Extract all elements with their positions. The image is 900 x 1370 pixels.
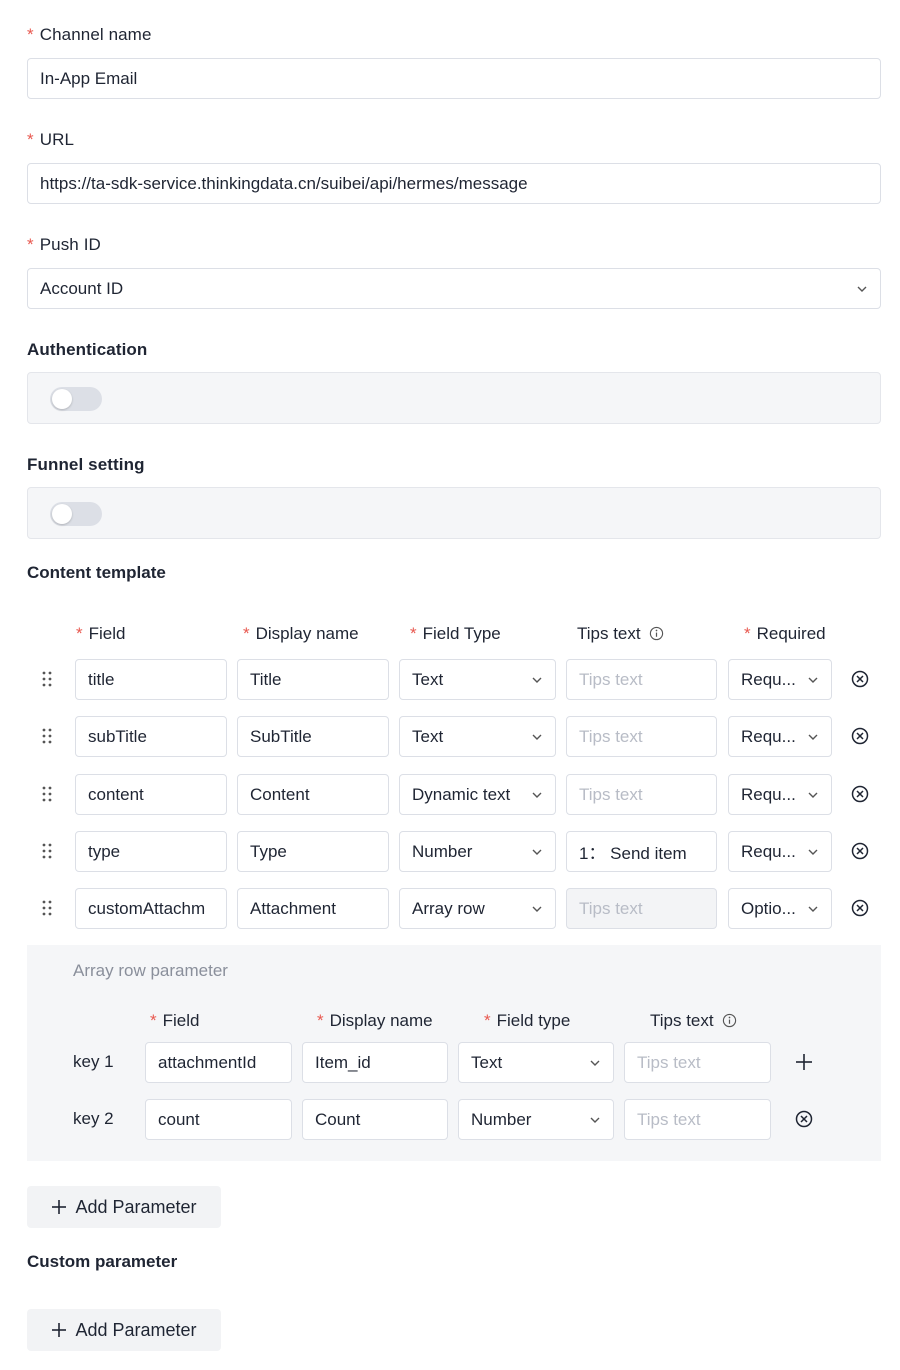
- toggle-knob: [52, 389, 72, 409]
- chevron-down-icon: [532, 734, 542, 740]
- field-input[interactable]: title: [75, 659, 227, 700]
- array-field-input[interactable]: count: [145, 1099, 292, 1140]
- remove-key-icon[interactable]: [795, 1110, 813, 1128]
- array-field-type-select[interactable]: Text: [458, 1042, 614, 1083]
- chevron-down-icon: [857, 286, 867, 292]
- authentication-toggle[interactable]: [50, 387, 102, 411]
- chevron-down-icon: [808, 734, 818, 740]
- tips-text-input: Tips text: [566, 888, 717, 929]
- push-id-label: * Push ID: [27, 235, 101, 254]
- drag-handle-icon[interactable]: [41, 670, 53, 688]
- plus-icon: [52, 1323, 67, 1337]
- field-type-select[interactable]: Text: [399, 659, 556, 700]
- tips-text-input[interactable]: Tips text: [566, 659, 717, 700]
- required-select[interactable]: Requ...: [728, 774, 832, 815]
- tips-text-input[interactable]: 1： Send item: [566, 831, 717, 872]
- funnel-setting-label: Funnel setting: [27, 455, 145, 474]
- chevron-down-icon: [532, 906, 542, 912]
- custom-parameter-title: Custom parameter: [27, 1252, 178, 1271]
- url-label: * URL: [27, 130, 75, 149]
- col-header-tips-text: Tips text: [577, 624, 664, 644]
- array-col-header-field: * Field: [150, 1011, 200, 1030]
- remove-row-icon[interactable]: [851, 899, 869, 917]
- info-icon[interactable]: [722, 1013, 737, 1028]
- array-field-input[interactable]: attachmentId: [145, 1042, 292, 1083]
- add-parameter-button[interactable]: Add Parameter: [27, 1186, 221, 1228]
- drag-handle-icon[interactable]: [41, 899, 53, 917]
- array-display-name-input[interactable]: Item_id: [302, 1042, 448, 1083]
- required-select[interactable]: Optio...: [728, 888, 832, 929]
- add-custom-parameter-button[interactable]: Add Parameter: [27, 1309, 221, 1351]
- drag-handle-icon[interactable]: [41, 842, 53, 860]
- chevron-down-icon: [590, 1060, 600, 1066]
- field-input[interactable]: customAttachm: [75, 888, 227, 929]
- authentication-label: Authentication: [27, 340, 148, 359]
- col-header-display-name: * Display name: [243, 624, 359, 643]
- info-icon[interactable]: [649, 626, 664, 641]
- chevron-down-icon: [808, 677, 818, 683]
- display-name-input[interactable]: Attachment: [237, 888, 389, 929]
- field-type-select[interactable]: Text: [399, 716, 556, 757]
- display-name-input[interactable]: SubTitle: [237, 716, 389, 757]
- chevron-down-icon: [532, 849, 542, 855]
- remove-row-icon[interactable]: [851, 670, 869, 688]
- col-header-field: * Field: [76, 624, 126, 643]
- drag-handle-icon[interactable]: [41, 785, 53, 803]
- array-tips-text-input[interactable]: Tips text: [624, 1042, 771, 1083]
- chevron-down-icon: [532, 792, 542, 798]
- array-col-header-display-name: * Display name: [317, 1011, 433, 1030]
- push-id-select[interactable]: Account ID: [27, 268, 881, 309]
- required-select[interactable]: Requ...: [728, 716, 832, 757]
- display-name-input[interactable]: Type: [237, 831, 389, 872]
- array-row-parameter-title: Array row parameter: [73, 961, 228, 980]
- required-select[interactable]: Requ...: [728, 831, 832, 872]
- add-key-icon[interactable]: [795, 1053, 813, 1071]
- tips-text-input[interactable]: Tips text: [566, 774, 717, 815]
- field-type-select[interactable]: Dynamic text: [399, 774, 556, 815]
- array-display-name-input[interactable]: Count: [302, 1099, 448, 1140]
- field-type-select[interactable]: Array row: [399, 888, 556, 929]
- toggle-knob: [52, 504, 72, 524]
- display-name-input[interactable]: Content: [237, 774, 389, 815]
- array-col-header-tips-text: Tips text: [650, 1011, 737, 1031]
- field-input[interactable]: subTitle: [75, 716, 227, 757]
- authentication-box: [27, 372, 881, 424]
- field-type-select[interactable]: Number: [399, 831, 556, 872]
- channel-name-label: * Channel name: [27, 25, 152, 44]
- col-header-field-type: * Field Type: [410, 624, 501, 643]
- chevron-down-icon: [808, 792, 818, 798]
- plus-icon: [52, 1200, 67, 1214]
- field-input[interactable]: content: [75, 774, 227, 815]
- remove-row-icon[interactable]: [851, 727, 869, 745]
- array-field-type-select[interactable]: Number: [458, 1099, 614, 1140]
- channel-name-input[interactable]: In-App Email: [27, 58, 881, 99]
- array-tips-text-input[interactable]: Tips text: [624, 1099, 771, 1140]
- display-name-input[interactable]: Title: [237, 659, 389, 700]
- funnel-setting-toggle[interactable]: [50, 502, 102, 526]
- chevron-down-icon: [590, 1117, 600, 1123]
- remove-row-icon[interactable]: [851, 785, 869, 803]
- array-key-label: key 1: [73, 1052, 114, 1071]
- field-input[interactable]: type: [75, 831, 227, 872]
- array-col-header-field-type: * Field type: [484, 1011, 571, 1030]
- array-key-label: key 2: [73, 1109, 114, 1128]
- col-header-required: * Required: [744, 624, 826, 643]
- tips-text-input[interactable]: Tips text: [566, 716, 717, 757]
- required-select[interactable]: Requ...: [728, 659, 832, 700]
- funnel-setting-box: [27, 487, 881, 539]
- remove-row-icon[interactable]: [851, 842, 869, 860]
- chevron-down-icon: [532, 677, 542, 683]
- url-input[interactable]: https://ta-sdk-service.thinkingdata.cn/s…: [27, 163, 881, 204]
- content-template-title: Content template: [27, 563, 166, 582]
- drag-handle-icon[interactable]: [41, 727, 53, 745]
- chevron-down-icon: [808, 906, 818, 912]
- chevron-down-icon: [808, 849, 818, 855]
